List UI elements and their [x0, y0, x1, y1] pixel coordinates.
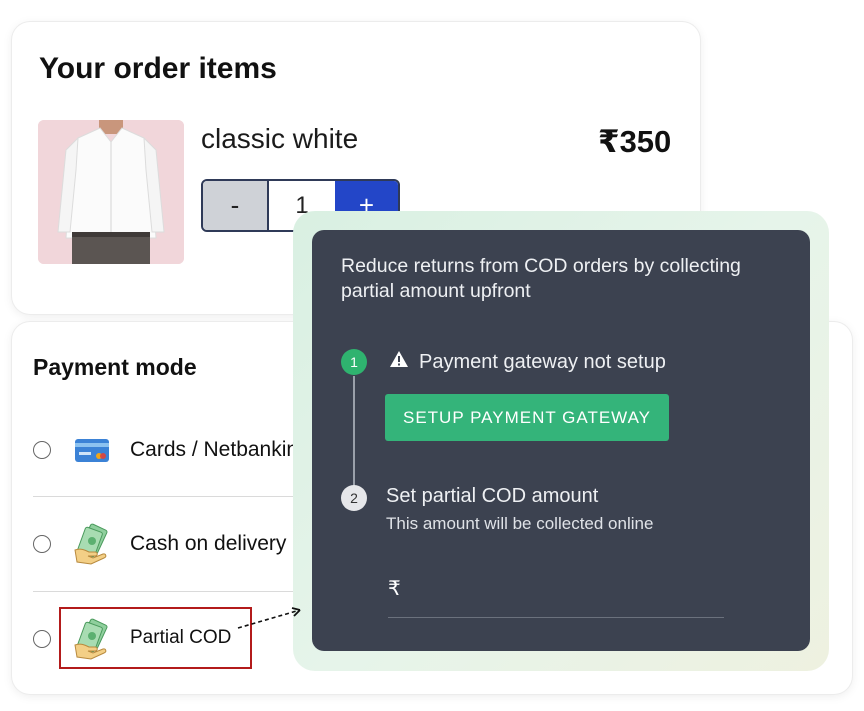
- product-name: classic white: [201, 123, 359, 154]
- step-1-indicator: 1: [341, 349, 367, 375]
- product-price: ₹350: [598, 124, 672, 159]
- step-2-indicator: 2: [341, 485, 367, 511]
- step-1-status: Payment gateway not setup: [389, 350, 666, 374]
- order-title: Your order items: [39, 52, 277, 85]
- product-image: [38, 120, 184, 264]
- cash-hand-icon: [71, 522, 115, 566]
- radio-button[interactable]: [33, 535, 51, 553]
- warning-icon: [389, 350, 409, 374]
- partial-amount-input[interactable]: ₹: [388, 572, 724, 618]
- payment-option-label: Cards / Netbanking: [130, 438, 310, 461]
- payment-mode-title: Payment mode: [33, 354, 197, 380]
- payment-option-cards[interactable]: Cards / Netbanking: [33, 420, 323, 480]
- divider: [33, 496, 323, 497]
- radio-button[interactable]: [33, 441, 51, 459]
- popup-description: Reduce returns from COD orders by collec…: [341, 255, 741, 302]
- setup-payment-gateway-button[interactable]: SETUP PAYMENT GATEWAY: [385, 394, 669, 441]
- payment-option-cod[interactable]: Cash on delivery: [33, 514, 323, 574]
- step-connector-line: [353, 376, 355, 502]
- credit-card-icon: [71, 428, 115, 472]
- payment-option-label: Cash on delivery: [130, 532, 287, 555]
- step-2-subtitle: This amount will be collected online: [386, 514, 654, 533]
- partial-cod-highlight: [59, 607, 252, 669]
- step-2-title: Set partial COD amount: [386, 485, 599, 507]
- divider: [33, 591, 323, 592]
- partial-cod-popup: Reduce returns from COD orders by collec…: [312, 230, 810, 651]
- step-1-text: Payment gateway not setup: [419, 350, 666, 373]
- radio-button[interactable]: [33, 630, 51, 648]
- decrease-quantity-button[interactable]: -: [203, 181, 269, 230]
- currency-prefix: ₹: [388, 578, 401, 600]
